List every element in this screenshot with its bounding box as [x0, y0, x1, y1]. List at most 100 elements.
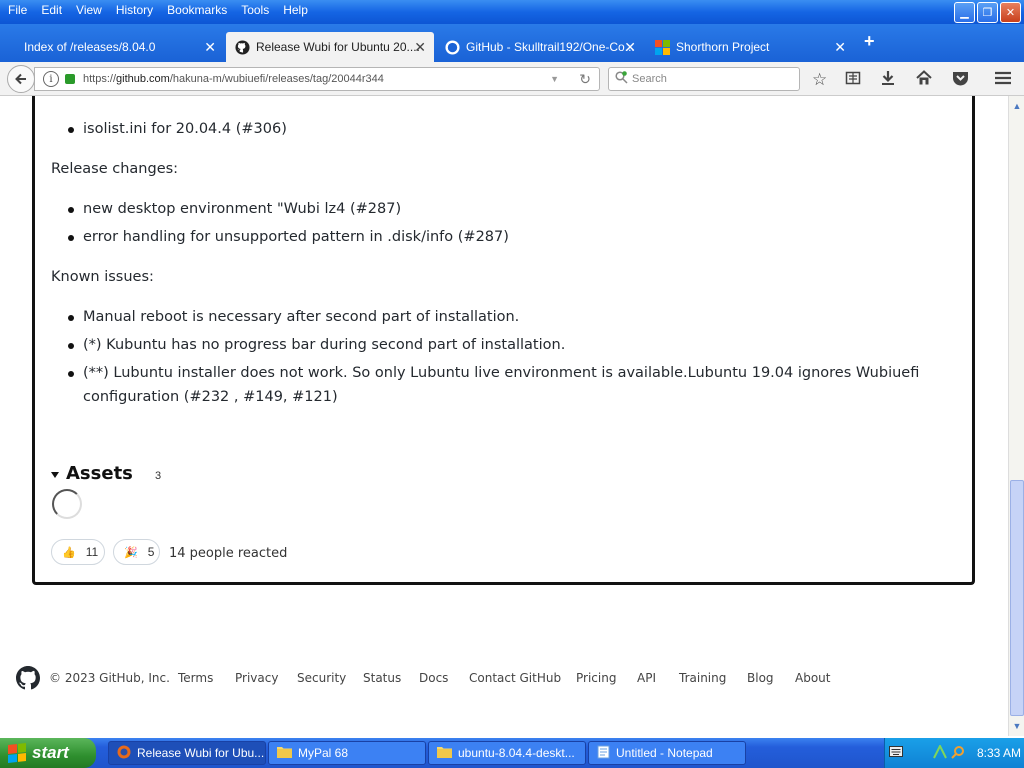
new-tab-icon[interactable]: +: [864, 31, 875, 52]
network-icon[interactable]: [933, 743, 947, 762]
footer-link-contact-github[interactable]: Contact GitHub: [469, 671, 561, 685]
menu-bar: File Edit View History Bookmarks Tools H…: [0, 3, 315, 17]
expand-triangle-icon[interactable]: [51, 472, 59, 478]
footer-copyright: © 2023 GitHub, Inc.: [49, 671, 170, 685]
footer-link-pricing[interactable]: Pricing: [576, 671, 616, 685]
navigation-toolbar: i https://github.com/hakuna-m/wubiuefi/r…: [0, 62, 1024, 96]
menu-help[interactable]: Help: [276, 3, 315, 17]
reading-list-icon[interactable]: [845, 70, 861, 91]
tab-title: Shorthorn Project: [676, 40, 770, 54]
tab-shorthorn-project[interactable]: Shorthorn Project ✕: [646, 32, 854, 62]
back-button[interactable]: [7, 65, 35, 93]
url-prefix: https://: [83, 73, 117, 85]
known-issue-item: Manual reboot is necessary after second …: [83, 309, 520, 325]
thumbs-up-icon: 👍: [62, 546, 76, 559]
footer-link-security[interactable]: Security: [297, 671, 346, 685]
bullet-dot: [68, 343, 74, 349]
page-content: isolist.ini for 20.04.4 (#306) Release c…: [0, 96, 1008, 736]
footer-link-terms[interactable]: Terms: [178, 671, 213, 685]
close-tab-icon[interactable]: ✕: [414, 39, 426, 56]
release-changes-heading: Release changes:: [51, 161, 179, 177]
known-issue-item-continued: configuration (#232 , #149, #121): [83, 389, 338, 405]
page-footer: © 2023 GitHub, Inc. Terms Privacy Securi…: [0, 666, 1008, 690]
url-text[interactable]: https://github.com/hakuna-m/wubiuefi/rel…: [83, 73, 384, 85]
scroll-down-arrow-icon[interactable]: ▼: [1009, 718, 1024, 734]
reaction-count: 11: [85, 545, 99, 559]
bullet-dot: [68, 127, 74, 133]
start-button[interactable]: start: [0, 738, 96, 768]
taskbar-item-label: MyPal 68: [298, 746, 349, 760]
bullet-dot: [68, 235, 74, 241]
tab-title: Release Wubi for Ubuntu 20....: [256, 40, 420, 54]
back-arrow-icon: [15, 73, 26, 85]
menu-view[interactable]: View: [69, 3, 109, 17]
search-bar[interactable]: Search: [608, 67, 800, 91]
footer-link-blog[interactable]: Blog: [747, 671, 774, 685]
search-icon: [615, 71, 628, 87]
folder-icon: [277, 745, 292, 761]
close-window-button[interactable]: ✕: [1000, 2, 1021, 23]
url-dropdown-icon[interactable]: ▼: [550, 74, 559, 84]
menu-file[interactable]: File: [0, 3, 34, 17]
reaction-thumbs-up-button[interactable]: 👍 11: [51, 539, 105, 565]
clock[interactable]: 8:33 AM: [977, 746, 1021, 760]
search-placeholder: Search: [632, 73, 667, 85]
tab-index-releases[interactable]: Index of /releases/8.04.0 ✕: [14, 32, 224, 62]
home-icon[interactable]: [916, 70, 932, 91]
folder-icon: [437, 745, 452, 761]
pocket-icon[interactable]: [952, 70, 969, 91]
minimize-button[interactable]: ▁: [954, 2, 975, 23]
reactions-summary: 14 people reacted: [169, 546, 288, 561]
reaction-hooray-button[interactable]: 🎉 5: [113, 539, 160, 565]
vertical-scrollbar[interactable]: ▲ ▼: [1008, 96, 1024, 736]
github-logo-icon[interactable]: [16, 666, 40, 690]
menu-history[interactable]: History: [109, 3, 160, 17]
notepad-icon: [597, 745, 610, 762]
menu-tools[interactable]: Tools: [234, 3, 276, 17]
known-issues-heading: Known issues:: [51, 269, 154, 285]
close-tab-icon[interactable]: ✕: [834, 39, 846, 56]
scroll-up-arrow-icon[interactable]: ▲: [1009, 98, 1024, 114]
footer-link-api[interactable]: API: [637, 671, 656, 685]
taskbar-item-mypal[interactable]: MyPal 68: [268, 741, 426, 765]
site-info-icon[interactable]: i: [43, 71, 59, 87]
keyboard-icon[interactable]: [889, 746, 903, 760]
address-bar[interactable]: i https://github.com/hakuna-m/wubiuefi/r…: [34, 67, 600, 91]
hamburger-menu-icon[interactable]: [994, 70, 1012, 91]
scrollbar-thumb[interactable]: [1010, 480, 1024, 716]
close-tab-icon[interactable]: ✕: [204, 39, 216, 56]
footer-link-docs[interactable]: Docs: [419, 671, 448, 685]
bookmark-star-icon[interactable]: ☆: [812, 70, 827, 90]
footer-link-about[interactable]: About: [795, 671, 830, 685]
taskbar-item-label: Untitled - Notepad: [616, 746, 713, 760]
footer-link-training[interactable]: Training: [679, 671, 726, 685]
url-domain: github.com: [116, 73, 170, 85]
taskbar-item-label: Release Wubi for Ubu...: [137, 746, 265, 760]
taskbar-item-firefox[interactable]: Release Wubi for Ubu...: [108, 741, 266, 765]
reaction-count: 5: [147, 545, 155, 559]
footer-link-privacy[interactable]: Privacy: [235, 671, 278, 685]
window-titlebar: File Edit View History Bookmarks Tools H…: [0, 0, 1024, 24]
assets-heading[interactable]: Assets: [66, 463, 133, 484]
download-icon[interactable]: [880, 70, 896, 91]
bullet-dot: [68, 315, 74, 321]
taskbar-item-notepad[interactable]: Untitled - Notepad: [588, 741, 746, 765]
menu-edit[interactable]: Edit: [34, 3, 69, 17]
taskbar-item-label: ubuntu-8.04.4-deskt...: [458, 746, 575, 760]
footer-link-status[interactable]: Status: [363, 671, 401, 685]
windows-flag-icon: [8, 743, 26, 763]
tab-github-skulltrail[interactable]: GitHub - Skulltrail192/One-Co... ✕: [436, 32, 644, 62]
windows-logo-icon: [654, 39, 670, 55]
reload-icon[interactable]: ↻: [579, 71, 591, 88]
release-note-item: isolist.ini for 20.04.4 (#306): [83, 121, 287, 137]
close-tab-icon[interactable]: ✕: [624, 39, 636, 56]
url-path: /hakuna-m/wubiuefi/releases/tag/20044r34…: [169, 73, 384, 85]
tab-release-wubi[interactable]: Release Wubi for Ubuntu 20.... ✕: [226, 32, 434, 62]
github-icon: [444, 39, 460, 55]
tab-title: GitHub - Skulltrail192/One-Co...: [466, 40, 635, 54]
restore-button[interactable]: ❐: [977, 2, 998, 23]
tab-title: Index of /releases/8.04.0: [24, 40, 156, 54]
search-tray-icon[interactable]: [951, 745, 965, 762]
taskbar-item-ubuntu-folder[interactable]: ubuntu-8.04.4-deskt...: [428, 741, 586, 765]
menu-bookmarks[interactable]: Bookmarks: [160, 3, 234, 17]
